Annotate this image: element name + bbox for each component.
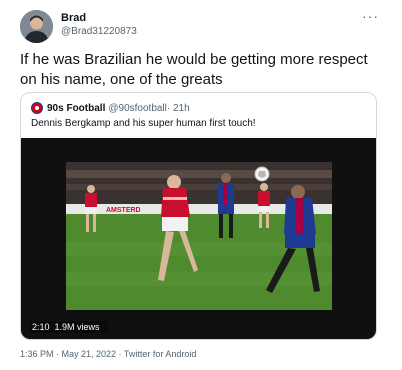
author-handle[interactable]: @Brad31220873 [61,26,137,37]
video-player[interactable]: AMSTERD 2:10 1.9M views [21,138,376,339]
quoted-author-avatar-icon[interactable] [31,102,43,114]
more-options-icon[interactable]: ··· [362,8,379,24]
quoted-author-name[interactable]: 90s Football [47,103,105,114]
quoted-tweet-text: Dennis Bergkamp and his super human firs… [31,118,256,129]
quoted-tweet[interactable]: 90s Football @90sfootball · 21h Dennis B… [20,92,377,340]
video-frame: AMSTERD [66,162,332,310]
tweet-timestamp[interactable]: 1:36 PM · May 21, 2022 · Twitter for And… [20,349,196,359]
video-stats: 2:10 1.9M views [29,321,108,333]
avatar-image [20,10,53,43]
author-name[interactable]: Brad [61,12,86,24]
author-avatar[interactable] [20,10,53,43]
quoted-tweet-time[interactable]: · 21h [167,103,190,114]
quoted-tweet-header: 90s Football @90sfootball · 21h [31,101,190,115]
video-views: 1.9M views [54,322,100,332]
video-duration: 2:10 [32,322,50,332]
stadium-board-text: AMSTERD [106,207,141,214]
quoted-author-handle[interactable]: @90sfootball [108,103,167,114]
tweet-text: If he was Brazilian he would be getting … [20,51,368,88]
